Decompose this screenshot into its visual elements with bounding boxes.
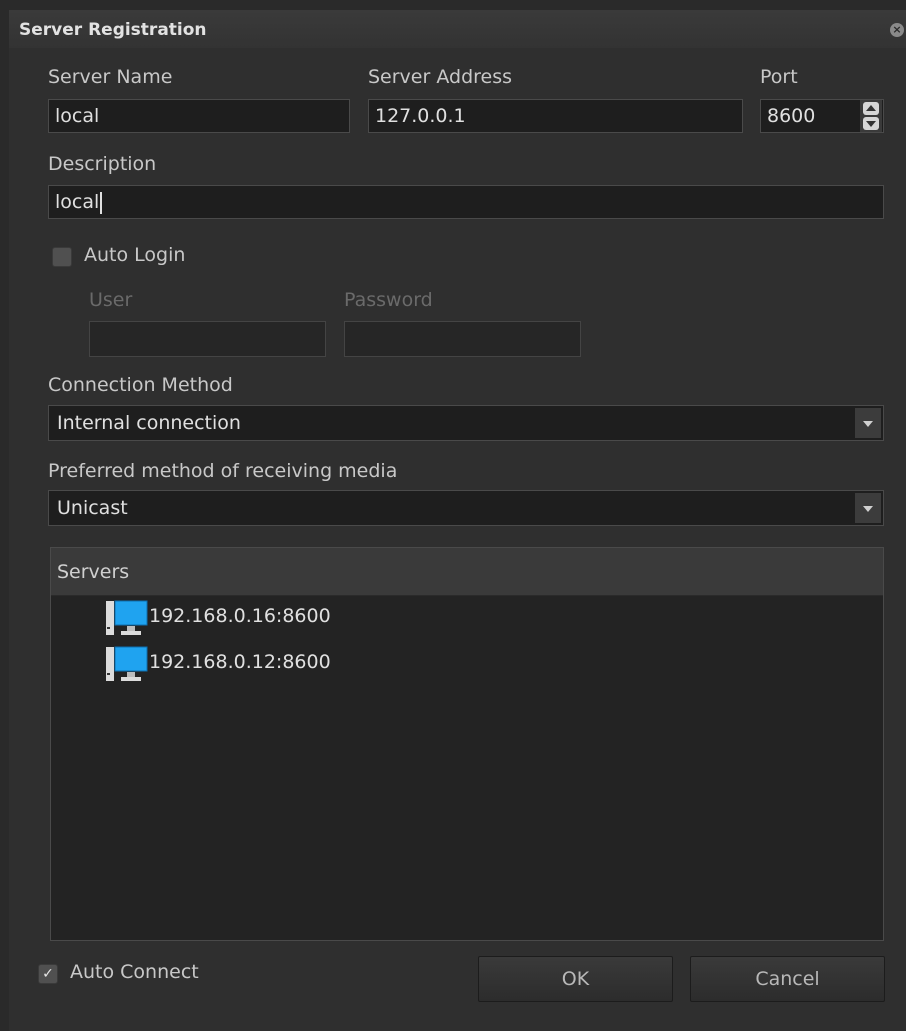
- user-label: User: [89, 289, 133, 311]
- computer-icon: [106, 600, 148, 635]
- spin-up-icon[interactable]: [863, 102, 879, 115]
- servers-list[interactable]: Servers 192.168.0.16:8600 192.168.0.12:8…: [50, 547, 884, 941]
- connection-method-select[interactable]: Internal connection: [48, 405, 884, 441]
- port-input[interactable]: 8600: [760, 99, 884, 133]
- auto-login-checkbox[interactable]: [52, 247, 72, 267]
- server-address-label: Server Address: [368, 66, 513, 88]
- chevron-down-icon[interactable]: [855, 493, 881, 523]
- title-bar: Server Registration ×: [9, 10, 906, 49]
- auto-connect-label: Auto Connect: [70, 961, 199, 983]
- dialog-body: Server Name Server Address Port local 12…: [9, 48, 906, 1031]
- text-cursor: [100, 191, 103, 214]
- servers-header: Servers: [51, 548, 883, 596]
- ok-button[interactable]: OK: [478, 956, 673, 1002]
- cancel-button[interactable]: Cancel: [690, 956, 885, 1002]
- description-input[interactable]: local: [48, 185, 884, 219]
- connection-method-value: Internal connection: [57, 412, 241, 434]
- computer-icon: [106, 646, 148, 681]
- port-label: Port: [760, 66, 798, 88]
- port-value: 8600: [767, 105, 816, 127]
- description-label: Description: [48, 153, 157, 175]
- server-name-label: Server Name: [48, 66, 173, 88]
- close-icon[interactable]: ×: [890, 23, 904, 37]
- server-name-input[interactable]: local: [48, 99, 350, 133]
- spin-down-icon[interactable]: [863, 117, 879, 130]
- window-title: Server Registration: [19, 20, 207, 40]
- connection-method-label: Connection Method: [48, 374, 233, 396]
- chevron-down-icon[interactable]: [855, 408, 881, 438]
- password-label: Password: [344, 289, 433, 311]
- description-value: local: [55, 191, 100, 213]
- server-name-value: local: [55, 105, 100, 127]
- auto-connect-checkbox[interactable]: ✓: [38, 964, 58, 984]
- server-item-label: 192.168.0.16:8600: [149, 605, 331, 627]
- user-input[interactable]: [89, 321, 326, 357]
- auto-login-label: Auto Login: [84, 244, 186, 266]
- server-address-value: 127.0.0.1: [375, 105, 466, 127]
- password-input[interactable]: [344, 321, 581, 357]
- port-stepper[interactable]: [860, 100, 882, 132]
- receiving-media-value: Unicast: [57, 497, 128, 519]
- server-item-label: 192.168.0.12:8600: [149, 651, 331, 673]
- receiving-media-label: Preferred method of receiving media: [48, 460, 398, 482]
- server-address-input[interactable]: 127.0.0.1: [368, 99, 743, 133]
- receiving-media-select[interactable]: Unicast: [48, 490, 884, 526]
